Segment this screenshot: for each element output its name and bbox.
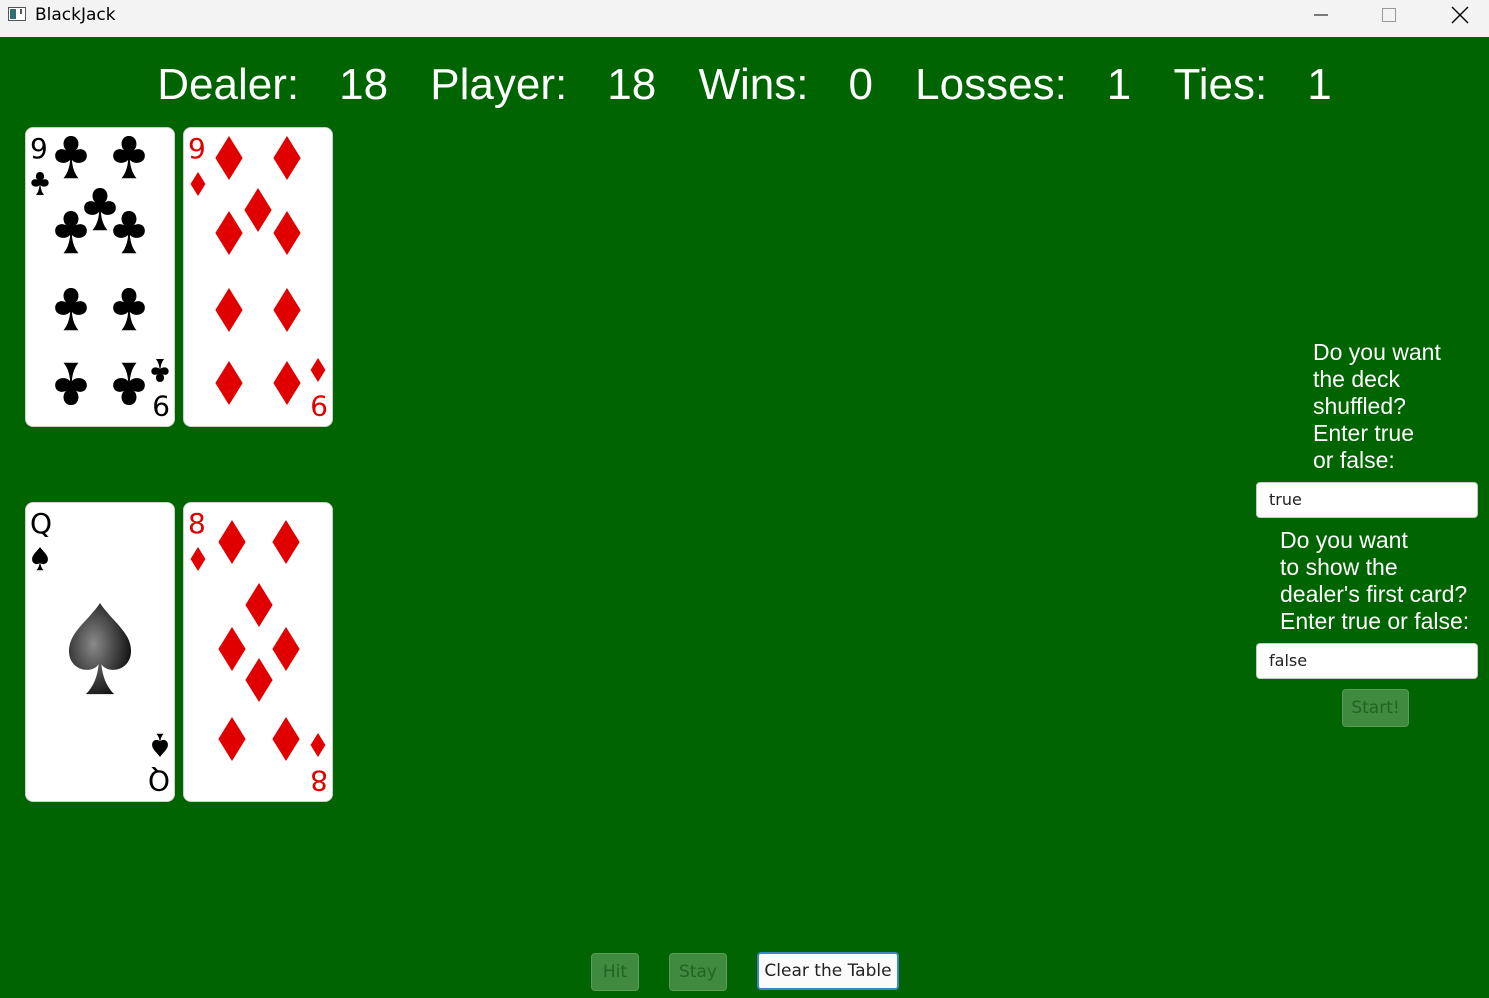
card-face: 99 xyxy=(188,132,328,422)
card-rank-bottom: Q xyxy=(148,764,170,797)
club-icon xyxy=(55,362,87,405)
corner-diamond-icon xyxy=(190,547,206,571)
card-rank-bottom: 9 xyxy=(152,389,170,422)
card-face: 88 xyxy=(188,507,328,797)
diamond-icon xyxy=(218,520,246,564)
stay-button[interactable]: Stay xyxy=(669,953,727,991)
close-button[interactable] xyxy=(1437,0,1483,30)
player-card-1: QQ xyxy=(26,503,174,801)
dealer-score-value: 18 xyxy=(339,60,389,109)
corner-spade-icon xyxy=(152,733,168,757)
diamond-icon xyxy=(244,188,272,232)
scoreboard: Dealer: 18 Player: 18 Wins: 0 Losses: 1 Ties… xyxy=(0,60,1489,116)
card-rank-top: Q xyxy=(30,507,52,540)
diamond-icon xyxy=(272,717,300,761)
dealer-card-2: 99 xyxy=(184,128,332,426)
club-icon xyxy=(113,288,145,331)
minimize-button[interactable] xyxy=(1298,0,1344,30)
card-rank-bottom: 9 xyxy=(310,389,328,422)
show-dealer-card-prompt: Do you want to show the dealer's first c… xyxy=(1280,527,1470,634)
maximize-button[interactable] xyxy=(1366,0,1412,30)
diamond-icon xyxy=(273,361,301,405)
ties-label: Ties: xyxy=(1173,60,1268,109)
corner-diamond-icon xyxy=(310,358,326,382)
clear-table-button[interactable]: Clear the Table xyxy=(757,952,899,990)
center-spade-icon xyxy=(68,603,132,695)
close-icon xyxy=(1451,6,1469,24)
diamond-icon xyxy=(215,288,243,332)
shuffle-input[interactable]: true xyxy=(1256,482,1478,518)
dealer-score-label: Dealer: xyxy=(157,60,300,109)
diamond-icon xyxy=(218,717,246,761)
card-face: QQ xyxy=(30,507,170,797)
card-rank-top: 8 xyxy=(188,507,206,540)
diamond-icon xyxy=(273,136,301,180)
start-button[interactable]: Start! xyxy=(1342,689,1409,727)
window-title: BlackJack xyxy=(35,5,116,25)
corner-diamond-icon xyxy=(310,733,326,757)
dealer-card-1: 99 xyxy=(26,128,174,426)
diamond-icon xyxy=(218,627,246,671)
club-icon xyxy=(113,362,145,405)
diamond-icon xyxy=(245,583,273,627)
diamond-icon xyxy=(272,520,300,564)
title-bar: BlackJack xyxy=(0,0,1489,37)
hit-button[interactable]: Hit xyxy=(591,953,639,991)
player-score-value: 18 xyxy=(607,60,657,109)
show-dealer-card-input[interactable]: false xyxy=(1256,643,1478,679)
wins-label: Wins: xyxy=(698,60,809,109)
maximize-icon xyxy=(1382,8,1396,22)
corner-club-icon xyxy=(151,358,169,382)
club-icon xyxy=(84,188,116,231)
diamond-icon xyxy=(215,211,243,255)
diamond-icon xyxy=(245,658,273,702)
app-icon xyxy=(8,7,26,21)
diamond-icon xyxy=(215,136,243,180)
corner-diamond-icon xyxy=(190,172,206,196)
player-score-label: Player: xyxy=(430,60,568,109)
club-icon xyxy=(113,136,145,179)
club-icon xyxy=(113,211,145,254)
club-icon xyxy=(55,136,87,179)
club-icon xyxy=(55,288,87,331)
corner-spade-icon xyxy=(32,547,48,571)
wins-value: 0 xyxy=(848,60,873,109)
player-card-2: 88 xyxy=(184,503,332,801)
corner-club-icon xyxy=(31,172,49,196)
shuffle-prompt: Do you want the deck shuffled? Enter tru… xyxy=(1313,339,1441,473)
club-icon xyxy=(55,211,87,254)
losses-label: Losses: xyxy=(915,60,1067,109)
minimize-icon xyxy=(1314,14,1328,16)
diamond-icon xyxy=(273,211,301,255)
card-rank-bottom: 8 xyxy=(310,764,328,797)
card-face: 99 xyxy=(30,132,170,422)
diamond-icon xyxy=(273,288,301,332)
ties-value: 1 xyxy=(1307,60,1332,109)
diamond-icon xyxy=(272,627,300,671)
card-rank-top: 9 xyxy=(188,132,206,165)
card-rank-top: 9 xyxy=(30,132,48,165)
losses-value: 1 xyxy=(1106,60,1132,109)
diamond-icon xyxy=(215,361,243,405)
